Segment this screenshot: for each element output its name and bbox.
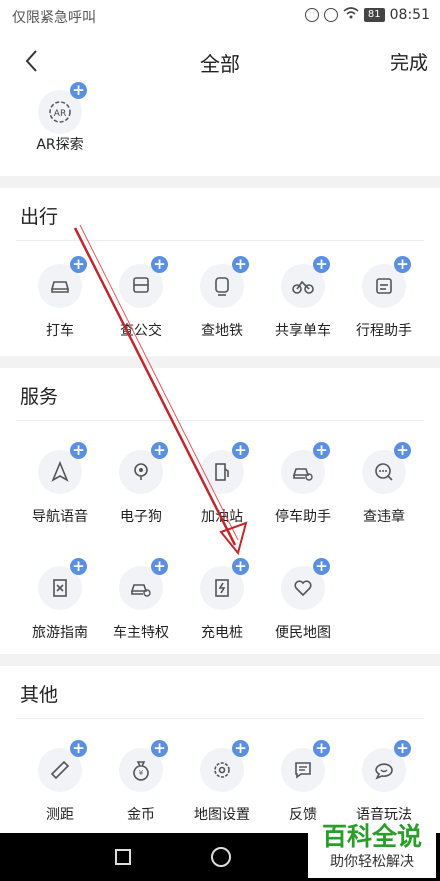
add-badge-icon[interactable]: + xyxy=(313,740,330,757)
tool-item-gas[interactable]: + 加油站 xyxy=(182,442,262,542)
add-badge-icon[interactable]: + xyxy=(70,558,87,575)
recent-apps-icon[interactable] xyxy=(115,849,131,865)
add-badge-icon[interactable]: + xyxy=(70,740,87,757)
back-arrow-icon xyxy=(25,50,37,72)
section-title-travel: 出行 xyxy=(20,206,59,228)
clock-text: 08:51 xyxy=(389,7,430,23)
add-badge-icon[interactable]: + xyxy=(151,256,168,273)
add-badge-icon[interactable]: + xyxy=(232,442,249,459)
home-icon[interactable] xyxy=(211,847,231,867)
tool-item-ar[interactable]: AR + AR探索 xyxy=(20,82,100,182)
add-badge-icon[interactable]: + xyxy=(70,442,87,459)
status-icons: 81 08:51 xyxy=(304,6,430,24)
tool-label: 查违章 xyxy=(363,509,405,525)
add-badge-icon[interactable]: + xyxy=(394,740,411,757)
location-icon xyxy=(323,8,338,22)
tool-item-measure[interactable]: + 测距 xyxy=(20,740,100,840)
tool-item-car-owner[interactable]: + 车主特权 xyxy=(101,558,181,658)
svg-text:¥: ¥ xyxy=(139,769,144,777)
section-gap xyxy=(0,176,440,188)
tool-item-violation[interactable]: + 查违章 xyxy=(344,442,424,542)
add-badge-icon[interactable]: + xyxy=(232,558,249,575)
section-gap xyxy=(0,356,440,368)
add-badge-icon[interactable]: + xyxy=(70,256,87,273)
top-section: AR + AR探索 xyxy=(0,82,440,176)
section-services: 服务 + 导航语音 + 电子狗 + 加油站 + 停车助手 + 查违章 + 旅游指… xyxy=(0,368,440,654)
tool-item-charging[interactable]: + 充电桩 xyxy=(182,558,262,658)
watermark-title: 百科全说 xyxy=(321,822,422,851)
add-badge-icon[interactable]: + xyxy=(313,256,330,273)
tool-item-bus[interactable]: + 查公交 xyxy=(101,256,181,356)
tool-item-e-dog[interactable]: + 电子狗 xyxy=(101,442,181,542)
status-bar: 仅限紧急呼叫 81 08:51 xyxy=(0,0,440,32)
section-gap xyxy=(0,654,440,666)
add-badge-icon[interactable]: + xyxy=(394,442,411,459)
page-title: 全部 xyxy=(200,52,240,76)
add-badge-icon[interactable]: + xyxy=(394,256,411,273)
add-badge-icon[interactable]: + xyxy=(151,442,168,459)
tool-item-coins[interactable]: ¥ + 金币 xyxy=(101,740,181,840)
section-title-other: 其他 xyxy=(20,684,59,706)
alarm-icon xyxy=(304,8,319,22)
back-button[interactable] xyxy=(18,46,48,76)
watermark: 百科全说 助你轻松解决 xyxy=(308,820,436,878)
tool-item-map-settings[interactable]: + 地图设置 xyxy=(182,740,262,840)
divider xyxy=(16,718,424,719)
tool-item-parking[interactable]: + 停车助手 xyxy=(263,442,343,542)
svg-text:AR: AR xyxy=(54,109,66,119)
section-other: 其他 + 测距 ¥ + 金币 + 地图设置 + 反馈 + 语音玩法 xyxy=(0,666,440,833)
add-badge-icon[interactable]: + xyxy=(151,558,168,575)
tool-label: 便民地图 xyxy=(275,625,331,641)
watermark-subtitle: 助你轻松解决 xyxy=(330,854,414,870)
tool-item-taxi[interactable]: + 打车 xyxy=(20,256,100,356)
carrier-text: 仅限紧急呼叫 xyxy=(12,10,96,26)
tool-item-bike[interactable]: + 共享单车 xyxy=(263,256,343,356)
tool-label: AR探索 xyxy=(36,137,84,153)
tool-item-travel[interactable]: + 旅游指南 xyxy=(20,558,100,658)
tool-item-convenience-map[interactable]: + 便民地图 xyxy=(263,558,343,658)
add-badge-icon[interactable]: + xyxy=(313,442,330,459)
add-badge-icon[interactable]: + xyxy=(232,740,249,757)
tool-label: 行程助手 xyxy=(356,323,412,339)
header: 全部 完成 xyxy=(0,32,440,90)
tool-item-trip[interactable]: + 行程助手 xyxy=(344,256,424,356)
add-badge-icon[interactable]: + xyxy=(313,558,330,575)
section-travel: 出行 + 打车 + 查公交 + 查地铁 + 共享单车 + 行程助手 xyxy=(0,188,440,356)
done-button[interactable]: 完成 xyxy=(390,48,428,75)
section-title-services: 服务 xyxy=(20,386,59,408)
add-badge-icon[interactable]: + xyxy=(232,256,249,273)
divider xyxy=(16,420,424,421)
divider xyxy=(16,240,424,241)
wifi-icon xyxy=(343,6,359,24)
battery-icon: 81 xyxy=(363,8,385,22)
tool-item-nav-voice[interactable]: + 导航语音 xyxy=(20,442,100,542)
add-badge-icon[interactable]: + xyxy=(70,82,87,99)
add-badge-icon[interactable]: + xyxy=(151,740,168,757)
tool-item-subway[interactable]: + 查地铁 xyxy=(182,256,262,356)
